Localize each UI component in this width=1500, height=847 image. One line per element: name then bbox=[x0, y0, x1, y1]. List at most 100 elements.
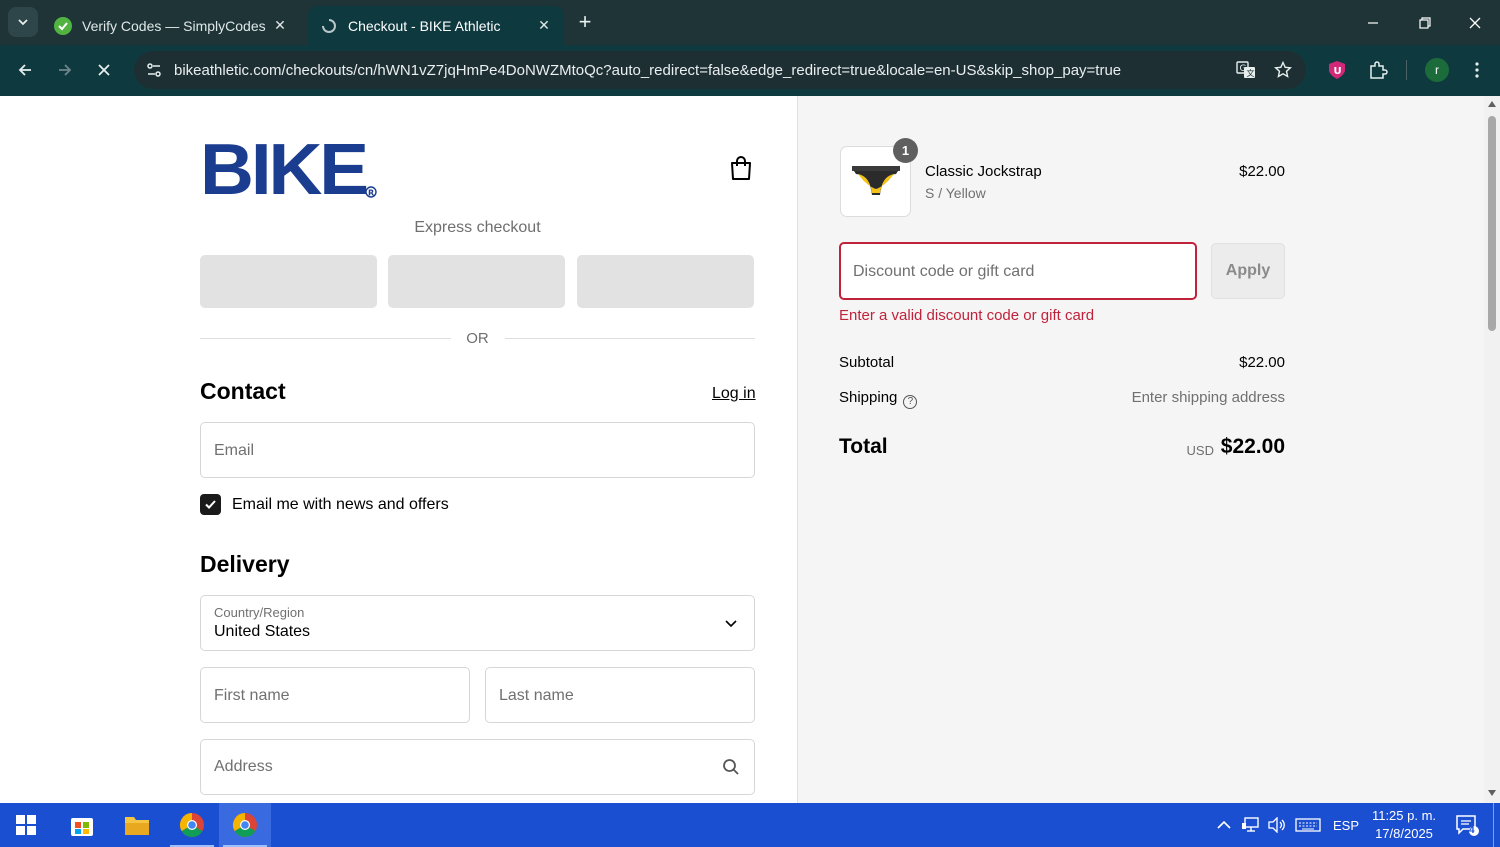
country-label: Country/Region bbox=[214, 605, 305, 620]
notification-icon bbox=[1456, 815, 1479, 836]
chevron-down-icon bbox=[725, 620, 737, 628]
last-name-placeholder: Last name bbox=[499, 687, 574, 704]
express-pay-button-3[interactable] bbox=[577, 255, 754, 308]
simplycodes-favicon-icon bbox=[54, 16, 72, 35]
system-clock[interactable]: 11:25 p. m. 17/8/2025 bbox=[1366, 807, 1442, 843]
arrow-right-icon bbox=[59, 64, 72, 76]
country-value: United States bbox=[214, 623, 311, 640]
shipping-label-row: Shipping? bbox=[839, 389, 918, 409]
more-menu-icon[interactable] bbox=[1462, 55, 1492, 85]
address-field[interactable]: Address bbox=[200, 739, 755, 795]
scroll-down-arrow-icon[interactable] bbox=[1488, 790, 1496, 796]
newsletter-label[interactable]: Email me with news and offers bbox=[232, 496, 449, 514]
close-tab-icon[interactable]: ✕ bbox=[536, 17, 552, 34]
restore-button[interactable] bbox=[1410, 8, 1440, 38]
country-select[interactable]: Country/Region United States bbox=[200, 595, 755, 651]
product-price: $22.00 bbox=[1239, 163, 1285, 180]
toolbar-divider bbox=[1406, 60, 1407, 80]
taskbar-chrome-2[interactable] bbox=[219, 803, 271, 847]
close-window-button[interactable] bbox=[1460, 8, 1490, 38]
tab-checkout[interactable]: Checkout - BIKE Athletic ✕ bbox=[308, 6, 564, 45]
volume-icon[interactable] bbox=[1266, 803, 1288, 847]
close-icon bbox=[98, 64, 110, 76]
extension-badge-text: U bbox=[1334, 66, 1342, 77]
svg-text:R: R bbox=[368, 189, 374, 198]
show-hidden-icons-button[interactable] bbox=[1212, 803, 1236, 847]
express-checkout-label: Express checkout bbox=[414, 219, 541, 236]
tab-title: Verify Codes — SimplyCodes bbox=[82, 17, 266, 34]
arrow-left-icon bbox=[18, 64, 31, 76]
product-name: Classic Jockstrap bbox=[925, 163, 1042, 180]
newsletter-checkbox[interactable] bbox=[200, 494, 221, 515]
checkout-page: BIKE R Express checkout OR Contact Log i… bbox=[0, 96, 1484, 803]
input-language[interactable]: ESP bbox=[1330, 803, 1362, 847]
chrome-icon bbox=[232, 813, 257, 838]
show-desktop-divider[interactable] bbox=[1493, 803, 1494, 847]
extension-shield-icon[interactable]: U bbox=[1322, 55, 1352, 85]
bike-logo[interactable]: BIKE R bbox=[200, 130, 380, 210]
url-text[interactable]: bikeathletic.com/checkouts/cn/hWN1vZ7jqH… bbox=[174, 62, 1224, 79]
site-settings-icon[interactable] bbox=[136, 52, 172, 88]
discount-placeholder: Discount code or gift card bbox=[853, 263, 1035, 280]
back-button[interactable] bbox=[10, 55, 40, 85]
quantity-badge: 1 bbox=[893, 138, 918, 163]
folder-icon bbox=[125, 817, 149, 835]
express-pay-button-1[interactable] bbox=[200, 255, 377, 308]
windows-taskbar: ESP 11:25 p. m. 17/8/2025 4 bbox=[0, 803, 1500, 847]
email-field[interactable]: Email bbox=[200, 422, 755, 478]
windows-logo-icon bbox=[16, 815, 36, 835]
product-variant: S / Yellow bbox=[925, 185, 986, 201]
notifications-button[interactable]: 4 bbox=[1452, 803, 1482, 847]
taskbar-chrome-1[interactable] bbox=[166, 803, 218, 847]
total-label: Total bbox=[839, 435, 888, 458]
last-name-field[interactable]: Last name bbox=[485, 667, 755, 723]
login-link[interactable]: Log in bbox=[712, 385, 756, 403]
forward-button[interactable] bbox=[50, 55, 80, 85]
email-placeholder: Email bbox=[214, 442, 255, 459]
jockstrap-product-image bbox=[852, 166, 900, 195]
scrollbar-thumb[interactable] bbox=[1488, 116, 1496, 331]
search-icon[interactable] bbox=[722, 758, 740, 776]
shopping-bag-icon[interactable] bbox=[728, 154, 754, 182]
network-icon[interactable] bbox=[1240, 803, 1262, 847]
clock-time: 11:25 p. m. bbox=[1371, 808, 1437, 823]
restore-icon bbox=[1419, 17, 1431, 29]
close-icon bbox=[1469, 17, 1481, 29]
address-bar[interactable]: bikeathletic.com/checkouts/cn/hWN1vZ7jqH… bbox=[134, 51, 1306, 89]
checkmark-icon bbox=[205, 500, 216, 509]
new-tab-button[interactable]: + bbox=[573, 9, 597, 34]
browser-tab-bar: Verify Codes — SimplyCodes ✕ Checkout - … bbox=[0, 0, 1500, 45]
translate-icon[interactable]: G文 bbox=[1231, 51, 1261, 89]
logo-text: BIKE bbox=[200, 138, 367, 200]
minimize-button[interactable] bbox=[1358, 8, 1388, 38]
express-pay-button-2[interactable] bbox=[388, 255, 565, 308]
stop-loading-button[interactable] bbox=[89, 55, 119, 85]
loading-spinner-icon bbox=[320, 17, 338, 35]
tab-search-button[interactable] bbox=[8, 7, 38, 37]
minimize-icon bbox=[1368, 22, 1378, 24]
extensions-puzzle-icon[interactable] bbox=[1363, 55, 1393, 85]
chevron-down-icon bbox=[18, 19, 28, 26]
subtotal-label: Subtotal bbox=[839, 354, 895, 371]
profile-avatar[interactable]: r bbox=[1425, 58, 1449, 82]
tab-title: Checkout - BIKE Athletic bbox=[348, 17, 501, 34]
tab-simplycodes[interactable]: Verify Codes — SimplyCodes ✕ bbox=[42, 6, 300, 45]
delivery-heading: Delivery bbox=[200, 551, 290, 577]
apply-discount-button[interactable]: Apply bbox=[1211, 243, 1285, 299]
bookmark-star-icon[interactable] bbox=[1268, 51, 1298, 89]
scroll-up-arrow-icon[interactable] bbox=[1488, 101, 1496, 107]
chevron-up-icon bbox=[1217, 820, 1231, 829]
discount-code-input[interactable]: Discount code or gift card bbox=[839, 242, 1197, 300]
page-scrollbar[interactable] bbox=[1484, 96, 1500, 803]
first-name-placeholder: First name bbox=[214, 687, 290, 704]
start-button[interactable] bbox=[0, 803, 52, 847]
taskbar-file-explorer[interactable] bbox=[111, 803, 163, 847]
taskbar-store[interactable] bbox=[56, 803, 108, 847]
help-circle-icon[interactable]: ? bbox=[903, 395, 918, 409]
keyboard-icon[interactable] bbox=[1292, 803, 1324, 847]
or-divider: OR bbox=[200, 328, 755, 348]
close-tab-icon[interactable]: ✕ bbox=[272, 17, 288, 34]
chrome-icon bbox=[179, 813, 204, 838]
store-icon bbox=[71, 818, 93, 836]
first-name-field[interactable]: First name bbox=[200, 667, 470, 723]
